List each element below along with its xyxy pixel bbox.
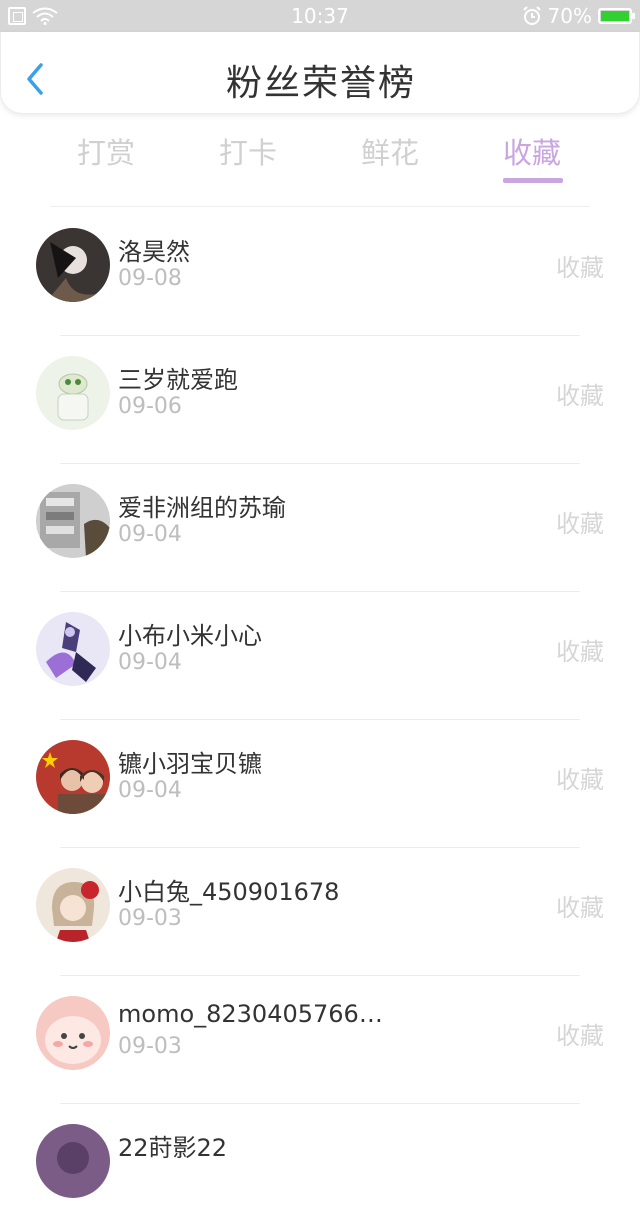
tab-dashang[interactable]: 打赏: [46, 130, 166, 172]
avatar-image: [36, 740, 110, 814]
avatar-image: [36, 1124, 110, 1198]
fan-name: 镳小羽宝贝镳: [118, 750, 262, 778]
active-tab-indicator: [503, 178, 563, 183]
alarm-icon: [522, 6, 541, 25]
battery-charging-icon: [598, 8, 635, 24]
fan-date: 09-03: [118, 906, 182, 931]
list-item[interactable]: 爱非洲组的苏瑜 09-04 收藏: [0, 464, 640, 592]
status-bar: 10:37 70%: [0, 0, 640, 32]
fan-date: 09-04: [118, 650, 182, 675]
avatar[interactable]: [36, 356, 110, 430]
tabs-divider: [50, 206, 590, 207]
fan-name: 三岁就爱跑: [118, 366, 238, 394]
fan-date: 09-08: [118, 266, 182, 291]
tab-daka[interactable]: 打卡: [188, 130, 308, 172]
list-item[interactable]: 镳小羽宝贝镳 09-04 收藏: [0, 720, 640, 848]
avatar-image: [36, 484, 110, 558]
avatar-image: [36, 356, 110, 430]
collect-label: 收藏: [556, 510, 604, 538]
avatar-image: [36, 868, 110, 942]
page-title: 粉丝荣誉榜: [225, 63, 416, 104]
fan-date: 09-03: [118, 1034, 182, 1059]
list-item[interactable]: 小白兔_450901678 09-03 收藏: [0, 848, 640, 976]
collect-label: 收藏: [556, 382, 604, 410]
avatar[interactable]: [36, 868, 110, 942]
fan-date: 09-04: [118, 778, 182, 803]
tab-xianhua[interactable]: 鲜花: [330, 130, 450, 172]
collect-label: 收藏: [556, 1022, 604, 1050]
list-item[interactable]: 三岁就爱跑 09-06 收藏: [0, 336, 640, 464]
fan-name: 洛昊然: [118, 238, 190, 266]
collect-label: 收藏: [556, 638, 604, 666]
avatar-image: [36, 228, 110, 302]
list-item[interactable]: 小布小米小心 09-04 收藏: [0, 592, 640, 720]
avatar-image: [36, 612, 110, 686]
avatar[interactable]: [36, 228, 110, 302]
fan-name: 爱非洲组的苏瑜: [118, 494, 286, 522]
collect-label: 收藏: [556, 766, 604, 794]
battery-percent: 70%: [547, 4, 592, 28]
fan-list: 洛昊然 09-08 收藏 三岁就爱跑 09-06 收藏 爱非洲组的苏瑜 09-0…: [0, 208, 640, 1232]
status-right: 70%: [522, 0, 635, 32]
tab-shoucang[interactable]: 收藏: [472, 130, 592, 172]
fan-name: 小布小米小心: [118, 622, 262, 650]
avatar[interactable]: [36, 484, 110, 558]
fan-name: 22莳影22: [118, 1134, 228, 1162]
list-item[interactable]: momo_8230405766… 09-03 收藏: [0, 976, 640, 1104]
list-item[interactable]: 22莳影22: [0, 1104, 640, 1232]
avatar[interactable]: [36, 740, 110, 814]
header-bar: 粉丝荣誉榜: [0, 32, 640, 114]
avatar[interactable]: [36, 996, 110, 1070]
fan-name: 小白兔_450901678: [118, 878, 340, 906]
list-item[interactable]: 洛昊然 09-08 收藏: [0, 208, 640, 336]
collect-label: 收藏: [556, 894, 604, 922]
avatar-image: [36, 996, 110, 1070]
fan-date: 09-06: [118, 394, 182, 419]
avatar[interactable]: [36, 1124, 110, 1198]
fan-name: momo_8230405766…: [118, 1000, 383, 1028]
collect-label: 收藏: [556, 254, 604, 282]
avatar[interactable]: [36, 612, 110, 686]
tab-bar: 打赏 打卡 鲜花 收藏: [0, 126, 640, 188]
fan-date: 09-04: [118, 522, 182, 547]
